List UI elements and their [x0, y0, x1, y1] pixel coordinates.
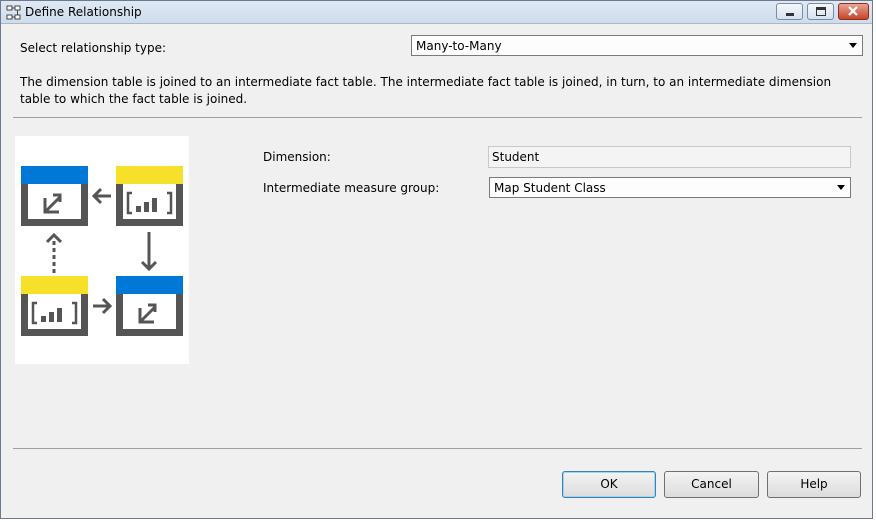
measure-group-value: Map Student Class — [494, 181, 606, 195]
relationship-type-label: Select relationship type: — [20, 41, 167, 55]
maximize-icon — [816, 7, 826, 16]
fact-table-icon — [116, 166, 183, 226]
dimension-field[interactable]: Student — [488, 146, 851, 168]
dotted-arrow-up-icon — [45, 232, 63, 273]
define-relationship-dialog: Define Relationship Select relationship … — [0, 0, 873, 519]
arrow-down-icon — [140, 232, 158, 272]
window-title: Define Relationship — [25, 5, 142, 19]
dimension-table-icon — [21, 166, 88, 226]
cancel-button[interactable]: Cancel — [664, 471, 759, 498]
chevron-down-icon — [849, 43, 857, 48]
arrow-right-icon — [93, 297, 113, 315]
arrow-left-icon — [91, 187, 111, 205]
dimension-label: Dimension: — [263, 150, 331, 164]
chevron-down-icon — [837, 185, 845, 190]
minimize-button[interactable] — [776, 3, 803, 20]
close-button[interactable] — [838, 3, 869, 20]
bottom-divider — [13, 448, 862, 449]
relationship-description: The dimension table is joined to an inte… — [20, 75, 832, 106]
many-to-many-diagram — [15, 136, 189, 364]
relationship-type-select[interactable]: Many-to-Many — [411, 35, 863, 56]
measure-group-select[interactable]: Map Student Class — [489, 177, 851, 198]
intermediate-dimension-table-icon — [116, 276, 183, 336]
dimension-value: Student — [492, 150, 540, 164]
relationship-type-value: Many-to-Many — [416, 39, 502, 53]
ok-button[interactable]: OK — [562, 471, 656, 498]
measure-group-label: Intermediate measure group: — [263, 181, 440, 195]
intermediate-fact-table-icon — [21, 276, 88, 336]
maximize-button[interactable] — [807, 3, 834, 20]
minimize-icon — [786, 13, 794, 16]
top-divider — [13, 117, 862, 118]
title-bar[interactable]: Define Relationship — [1, 1, 872, 24]
close-icon — [848, 6, 858, 16]
help-button[interactable]: Help — [767, 471, 861, 498]
relationship-icon — [6, 5, 21, 20]
